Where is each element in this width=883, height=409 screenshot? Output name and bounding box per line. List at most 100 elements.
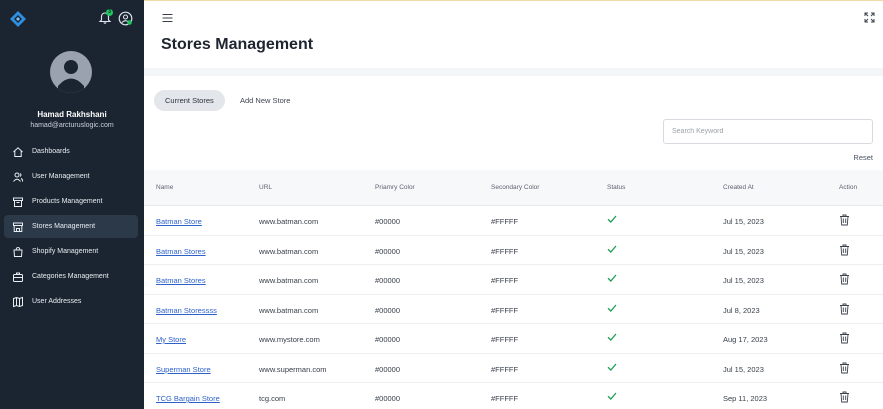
store-url: www.batman.com bbox=[259, 246, 319, 256]
fullscreen-icon[interactable] bbox=[864, 12, 875, 23]
table-row: Batman Storessss www.batman.com #00000 #… bbox=[144, 295, 883, 324]
sidebar-item-label: Categories Management bbox=[32, 273, 109, 280]
sidebar-item-stores-management[interactable]: Stores Management bbox=[4, 215, 138, 238]
store-url: www.superman.com bbox=[259, 364, 327, 374]
check-icon bbox=[607, 215, 617, 223]
store-name-link[interactable]: Batman Stores bbox=[156, 276, 206, 285]
sidebar-item-label: User Addresses bbox=[32, 298, 82, 305]
column-header-action: Action bbox=[839, 184, 858, 191]
check-icon bbox=[607, 304, 617, 312]
avatar-user-icon bbox=[58, 60, 84, 93]
table-row: Batman Stores www.batman.com #00000 #FFF… bbox=[144, 236, 883, 265]
logo-icon[interactable] bbox=[9, 10, 27, 28]
store-name-link[interactable]: Batman Stores bbox=[156, 247, 206, 256]
trash-icon[interactable] bbox=[839, 244, 850, 256]
store-url: www.batman.com bbox=[259, 305, 319, 315]
store-url: www.batman.com bbox=[259, 276, 319, 285]
primary-color: #00000 bbox=[375, 246, 401, 256]
secondary-color: #FFFFF bbox=[491, 335, 519, 344]
created-at: Jul 8, 2023 bbox=[723, 305, 760, 315]
check-icon bbox=[607, 392, 617, 400]
sidebar-item-label: Shopify Management bbox=[32, 248, 99, 255]
sidebar: 3 Hamad Rakhshani hamad@arcturuslogic.co… bbox=[0, 0, 144, 409]
secondary-color: #FFFFF bbox=[491, 394, 519, 403]
avatar[interactable] bbox=[50, 51, 92, 93]
table-row: Superman Store www.superman.com #00000 #… bbox=[144, 354, 883, 383]
secondary-color: #FFFFF bbox=[491, 364, 519, 374]
table-row: Batman Store www.batman.com #00000 #FFFF… bbox=[144, 206, 883, 236]
secondary-color: #FFFFF bbox=[491, 305, 519, 315]
primary-color: #00000 bbox=[375, 394, 401, 403]
store-name-link[interactable]: My Store bbox=[156, 335, 186, 344]
menu-icon[interactable] bbox=[162, 13, 173, 23]
table-body: Batman Store www.batman.com #00000 #FFFF… bbox=[144, 206, 883, 409]
store-name-link[interactable]: Batman Storessss bbox=[156, 306, 217, 315]
trash-icon[interactable] bbox=[839, 214, 850, 226]
page-header: Stores Management bbox=[144, 34, 883, 68]
box-icon bbox=[13, 197, 23, 207]
column-header-created-at: Created At bbox=[723, 184, 754, 191]
created-at: Jul 15, 2023 bbox=[723, 246, 764, 256]
column-header-status: Status bbox=[607, 184, 626, 191]
topbar bbox=[144, 0, 883, 34]
table-row: My Store www.mystore.com #00000 #FFFFF A… bbox=[144, 324, 883, 354]
sidebar-item-user-addresses[interactable]: User Addresses bbox=[4, 290, 138, 313]
secondary-color: #FFFFF bbox=[491, 217, 519, 226]
user-settings-icon[interactable] bbox=[118, 11, 133, 26]
trash-icon[interactable] bbox=[839, 332, 850, 344]
store-name-link[interactable]: Batman Store bbox=[156, 217, 202, 226]
primary-color: #00000 bbox=[375, 276, 401, 285]
sidebar-item-label: User Management bbox=[32, 173, 90, 180]
user-email: hamad@arcturuslogic.com bbox=[30, 122, 114, 129]
column-header-url: URL bbox=[259, 184, 273, 191]
sidebar-item-user-management[interactable]: User Management bbox=[4, 165, 138, 188]
tab-add-new-store[interactable]: Add New Store bbox=[229, 90, 301, 111]
store-icon bbox=[13, 222, 23, 232]
briefcase-icon bbox=[13, 272, 23, 282]
check-icon bbox=[607, 274, 617, 282]
created-at: Sep 11, 2023 bbox=[723, 394, 768, 403]
sidebar-item-dashboards[interactable]: Dashboards bbox=[4, 140, 138, 163]
page-title: Stores Management bbox=[161, 36, 314, 53]
notification-badge: 3 bbox=[106, 9, 113, 16]
secondary-color: #FFFFF bbox=[491, 276, 519, 285]
sidebar-item-products-management[interactable]: Products Management bbox=[4, 190, 138, 213]
column-header-name: Name bbox=[156, 184, 174, 191]
reset-button[interactable]: Reset bbox=[853, 153, 873, 162]
sidebar-top: 3 bbox=[0, 8, 144, 30]
created-at: Jul 15, 2023 bbox=[723, 276, 764, 285]
primary-color: #00000 bbox=[375, 364, 401, 374]
table-row: Batman Stores www.batman.com #00000 #FFF… bbox=[144, 265, 883, 295]
check-icon bbox=[607, 363, 617, 371]
sidebar-item-label: Products Management bbox=[32, 198, 103, 205]
sidebar-item-categories-management[interactable]: Categories Management bbox=[4, 265, 138, 288]
stores-card: Current Stores Add New Store Reset Name … bbox=[144, 76, 883, 409]
sidebar-item-label: Dashboards bbox=[32, 148, 70, 155]
search-input[interactable] bbox=[663, 119, 873, 144]
user-name: Hamad Rakhshani bbox=[37, 110, 107, 119]
tab-current-stores[interactable]: Current Stores bbox=[154, 90, 225, 111]
map-icon bbox=[13, 296, 23, 307]
created-at: Jul 15, 2023 bbox=[723, 217, 764, 226]
secondary-color: #FFFFF bbox=[491, 246, 519, 256]
sidebar-item-shopify-management[interactable]: Shopify Management bbox=[4, 240, 138, 263]
users-icon bbox=[13, 172, 24, 182]
column-header-secondary-color: Secondary Color bbox=[491, 184, 540, 191]
trash-icon[interactable] bbox=[839, 303, 850, 315]
sidebar-nav: Dashboards User Management Products Mana… bbox=[4, 140, 138, 315]
table-row: TCG Bargain Store tcg.com #00000 #FFFFF … bbox=[144, 383, 883, 409]
store-url: tcg.com bbox=[259, 394, 286, 403]
trash-icon[interactable] bbox=[839, 273, 850, 285]
created-at: Aug 17, 2023 bbox=[723, 335, 768, 344]
trash-icon[interactable] bbox=[839, 391, 850, 403]
primary-color: #00000 bbox=[375, 305, 401, 315]
created-at: Jul 15, 2023 bbox=[723, 364, 764, 374]
sidebar-item-label: Stores Management bbox=[32, 223, 96, 230]
home-icon bbox=[13, 146, 23, 157]
trash-icon[interactable] bbox=[839, 362, 850, 374]
table-header: Name URL Priamry Color Secondary Color S… bbox=[144, 170, 883, 206]
primary-color: #00000 bbox=[375, 335, 401, 344]
store-name-link[interactable]: Superman Store bbox=[156, 365, 211, 374]
check-icon bbox=[607, 245, 617, 253]
store-name-link[interactable]: TCG Bargain Store bbox=[156, 394, 220, 403]
